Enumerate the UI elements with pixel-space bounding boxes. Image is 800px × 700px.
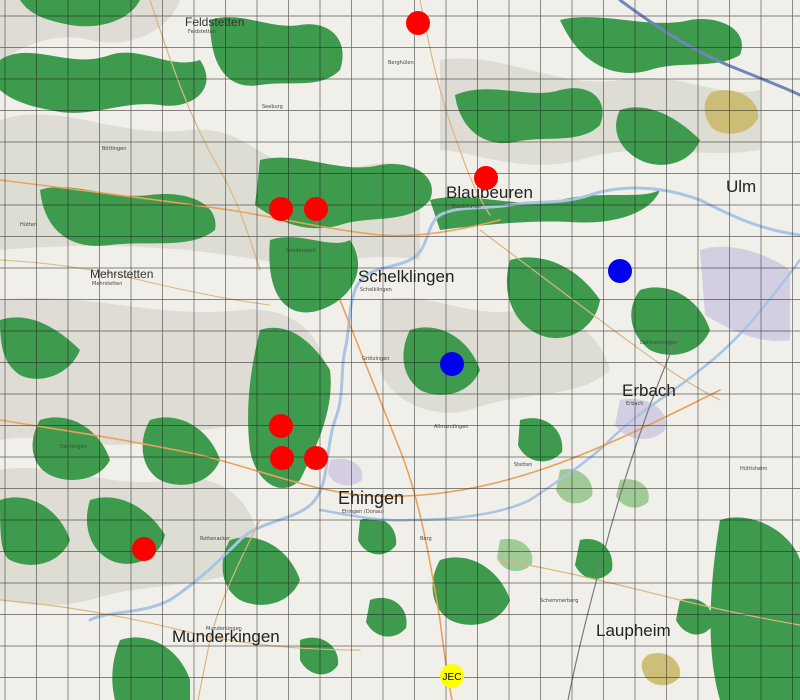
place-feldstetten-sub: Feldstetten [188, 29, 216, 35]
marker-blue-1[interactable] [608, 259, 632, 283]
place-erbach: Erbach [622, 381, 676, 400]
svg-text:Schemmerberg: Schemmerberg [540, 598, 578, 604]
marker-red-1[interactable] [406, 11, 430, 35]
svg-text:Rottenacker: Rottenacker [200, 536, 231, 542]
map-canvas[interactable]: Berghülen Seeburg Böttingen Hütten Sonde… [0, 0, 800, 700]
place-ehingen-sub: Ehingen (Donau) [342, 509, 384, 515]
place-laupheim: Laupheim [596, 621, 671, 640]
marker-red-3[interactable] [269, 197, 293, 221]
place-feldstetten: Feldstetten [185, 15, 244, 29]
svg-text:Dächingen: Dächingen [60, 444, 87, 450]
place-schelklingen-sub: Schelklingen [360, 287, 392, 293]
svg-text:Böttingen: Böttingen [102, 146, 126, 152]
marker-red-4[interactable] [304, 197, 328, 221]
svg-text:Berg: Berg [420, 536, 432, 542]
svg-text:Seeburg: Seeburg [262, 104, 283, 110]
place-munderkingen-sub: Munderkingen [206, 626, 242, 632]
marker-red-6[interactable] [270, 446, 294, 470]
marker-red-7[interactable] [304, 446, 328, 470]
place-mehrstetten-sub: Mehrstetten [92, 281, 122, 287]
svg-text:Berghülen: Berghülen [388, 60, 414, 66]
svg-text:Stetten: Stetten [514, 462, 532, 468]
svg-text:Hüttisheim: Hüttisheim [740, 466, 767, 472]
svg-text:Sondernach: Sondernach [286, 248, 316, 254]
place-ulm: Ulm [726, 177, 756, 196]
svg-text:Grötzingen: Grötzingen [362, 356, 389, 362]
place-mehrstetten: Mehrstetten [90, 267, 153, 281]
svg-text:Allmendingen: Allmendingen [434, 424, 468, 430]
svg-text:Dellmensingen: Dellmensingen [640, 340, 677, 346]
svg-text:Hütten: Hütten [20, 222, 37, 228]
marker-red-8[interactable] [132, 537, 156, 561]
place-blaubeuren-sub: Blaubeuren [452, 204, 481, 210]
marker-red-2[interactable] [474, 166, 498, 190]
place-ehingen: Ehingen [338, 488, 404, 508]
place-schelklingen: Schelklingen [358, 267, 454, 286]
marker-jec-label: JEC [443, 672, 462, 683]
marker-blue-2[interactable] [440, 352, 464, 376]
marker-red-5[interactable] [269, 414, 293, 438]
place-erbach-sub: Erbach [626, 401, 643, 407]
